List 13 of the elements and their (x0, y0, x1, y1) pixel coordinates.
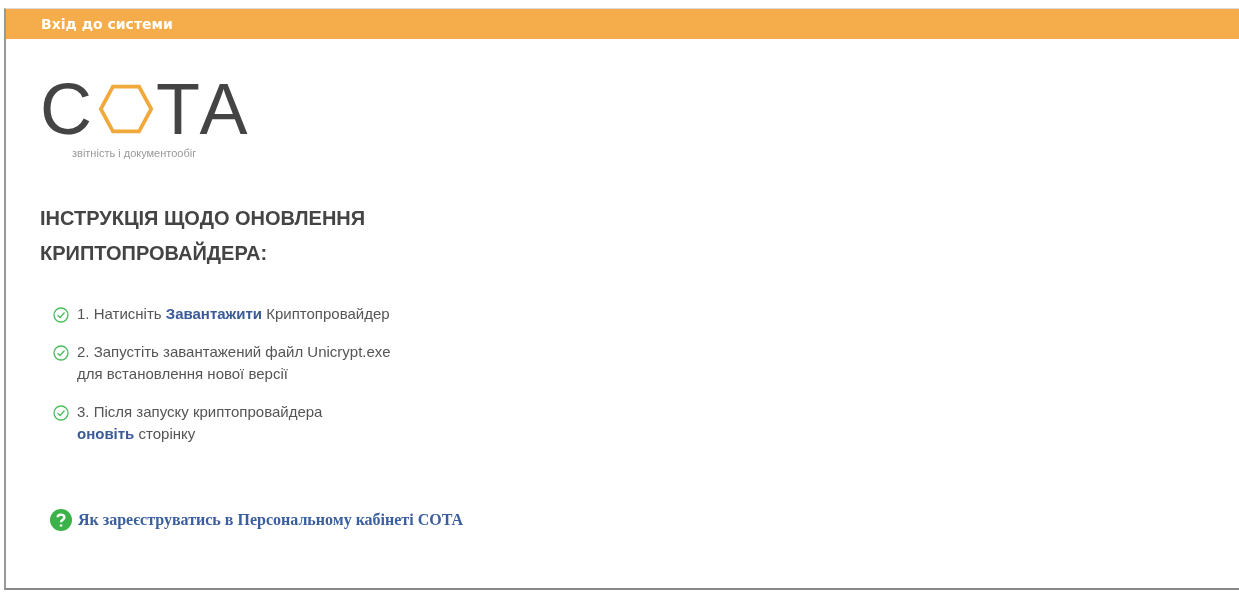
step-text: для встановлення нової версії (77, 364, 289, 384)
help-icon (50, 509, 72, 531)
hexagon-icon (98, 83, 154, 135)
step-text: оновіть сторінку (77, 424, 197, 444)
step-text: 2. Запустіть завантажений файл Unicrypt.exe (77, 342, 391, 362)
step-text: 1. Натисніть Завантажити Криптопровайдер (77, 304, 390, 324)
logo-tagline: звітність і документообіг (72, 147, 198, 159)
logo-text: ТА (156, 79, 250, 139)
instruction-heading: ІНСТРУКЦІЯ ЩОДО ОНОВЛЕННЯ КРИПТОПРОВАЙДЕРА: (40, 206, 367, 266)
step-text: 3. Після запуску криптопровайдера (77, 402, 323, 422)
logo-text: С (40, 79, 94, 139)
help-link[interactable]: Як зареєструватись в Персональному кабінеті СОТА (78, 511, 464, 529)
header-title: Вхід до системи (41, 16, 173, 32)
